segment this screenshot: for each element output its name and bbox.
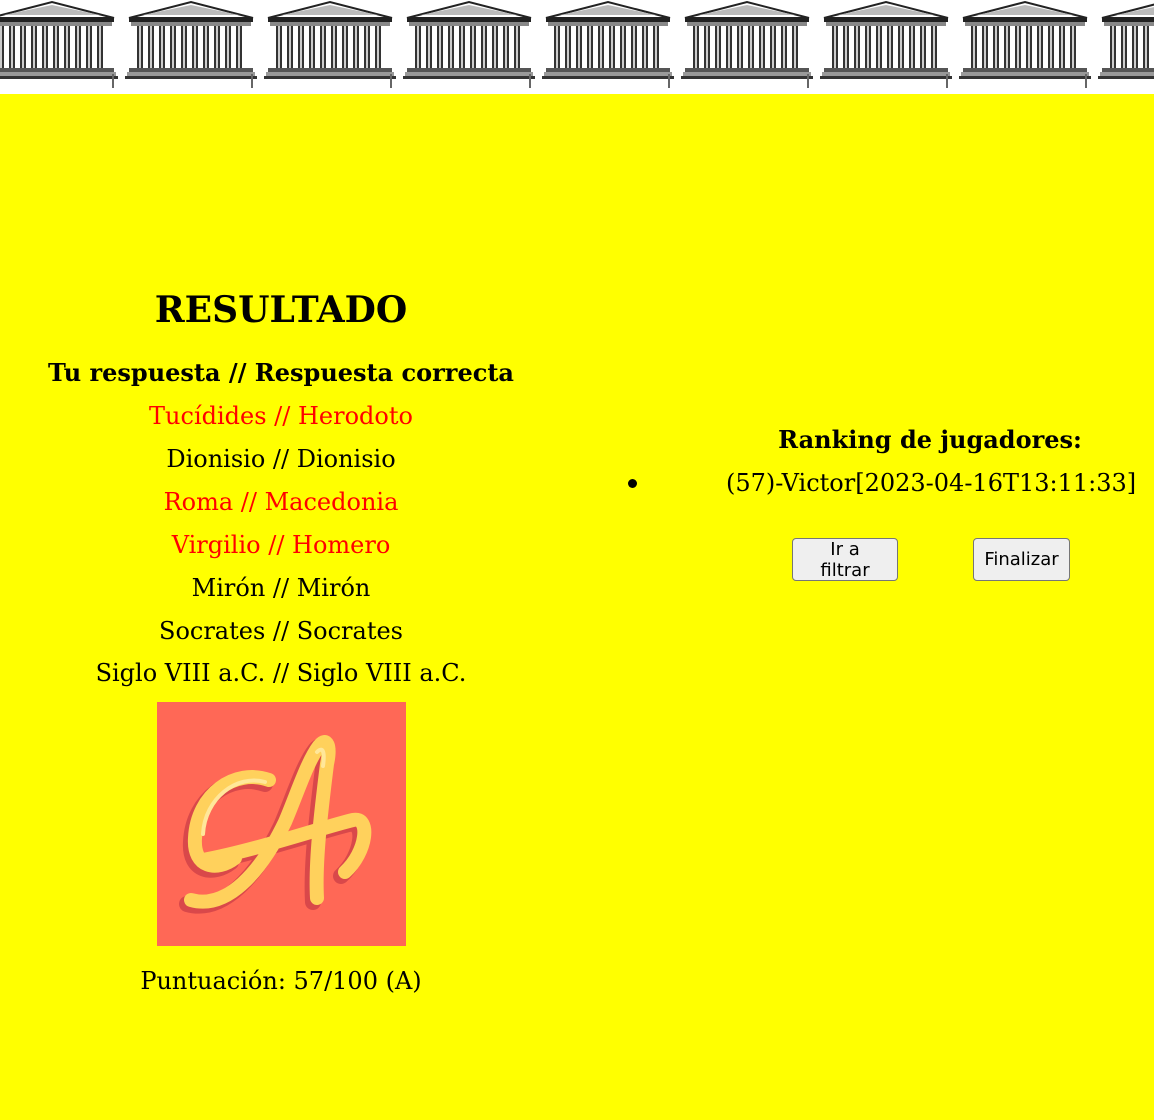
score-text: Puntuación: 57/100 (A): [140, 967, 422, 995]
answer-row-6: Socrates // Socrates: [159, 617, 403, 645]
answer-row-7: Siglo VIII a.C. // Siglo VIII a.C.: [95, 659, 467, 687]
ranking-list: (57)-Victor[2023-04-16T13:11:33]: [600, 466, 1154, 500]
answer-row-4: Virgilio // Homero: [171, 531, 391, 559]
page-title: RESULTADO: [154, 289, 408, 331]
finish-button[interactable]: Finalizar: [973, 538, 1070, 581]
result-panel: RESULTADO Tu respuesta // Respuesta corr…: [0, 0, 562, 1120]
bullet-icon: [628, 479, 637, 488]
answer-row-3: Roma // Macedonia: [163, 488, 399, 516]
go-to-filter-button[interactable]: Ir a filtrar: [792, 538, 898, 581]
ranking-title: Ranking de jugadores:: [778, 425, 1082, 454]
grade-a-letter-icon: [157, 702, 406, 946]
answer-row-5: Mirón // Mirón: [191, 574, 371, 602]
ranking-panel: Ranking de jugadores: (57)-Victor[2023-0…: [600, 0, 1154, 1120]
answer-row-1: Tucídides // Herodoto: [149, 402, 413, 430]
answer-row-2: Dionisio // Dionisio: [166, 445, 396, 473]
list-item: (57)-Victor[2023-04-16T13:11:33]: [600, 466, 1154, 500]
ranking-entry: (57)-Victor[2023-04-16T13:11:33]: [726, 469, 1137, 497]
answers-header: Tu respuesta // Respuesta correcta: [48, 358, 514, 387]
